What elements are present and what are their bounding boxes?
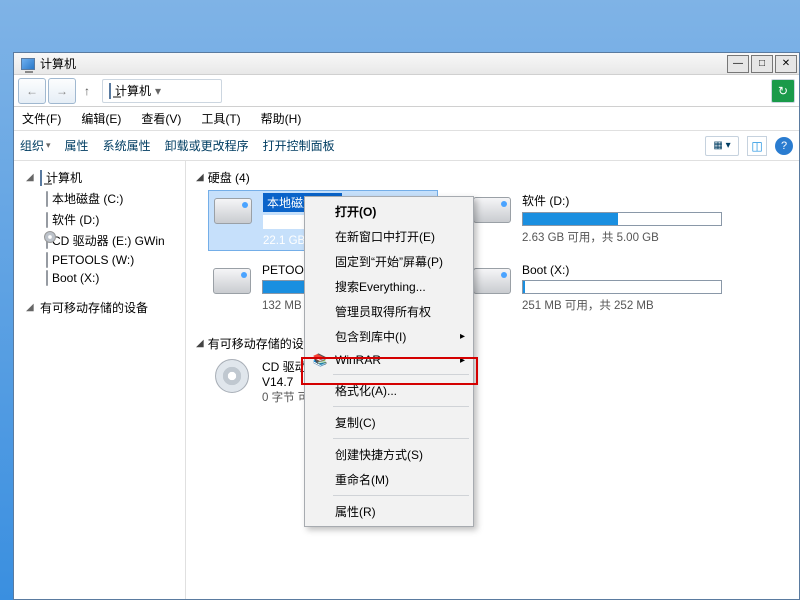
close-button[interactable]: ✕ xyxy=(775,55,797,73)
drive-x[interactable]: Boot (X:) 251 MB 可用，共 252 MB xyxy=(468,261,728,315)
expand-arrow-icon[interactable]: ◢ xyxy=(26,172,36,183)
disk-icon xyxy=(46,192,48,206)
usage-bar xyxy=(522,212,722,226)
collapse-arrow-icon[interactable]: ◢ xyxy=(196,338,204,349)
breadcrumb[interactable]: 计算机 ▾ xyxy=(102,79,222,103)
breadcrumb-dropdown-icon[interactable]: ▾ xyxy=(155,84,161,98)
separator xyxy=(333,495,469,496)
expand-arrow-icon[interactable]: ◢ xyxy=(26,302,36,313)
disk-icon xyxy=(46,213,48,227)
tree-computer[interactable]: ◢ 计算机 xyxy=(16,167,183,188)
nav-pane: ◢ 计算机 本地磁盘 (C:) 软件 (D:) CD 驱动器 (E:) GWin… xyxy=(14,161,186,599)
context-menu: 打开(O) 在新窗口中打开(E) 固定到“开始”屏幕(P) 搜索Everythi… xyxy=(304,196,474,527)
computer-icon xyxy=(40,171,42,185)
separator xyxy=(333,438,469,439)
hdd-icon xyxy=(470,263,514,299)
tree-label: 本地磁盘 (C:) xyxy=(52,190,123,207)
drive-grid: 本地磁盘 (C:) 22.1 GB 可 软件 (D:) 2.63 GB 可用，共… xyxy=(208,190,789,315)
uninstall-button[interactable]: 卸载或更改程序 xyxy=(165,137,249,154)
menu-bar: 文件(F) 编辑(E) 查看(V) 工具(T) 帮助(H) xyxy=(14,107,799,131)
usage-bar xyxy=(522,280,722,294)
ctx-include-library[interactable]: 包含到库中(I)▸ xyxy=(307,324,471,349)
menu-tools[interactable]: 工具(T) xyxy=(197,108,244,129)
back-button[interactable]: ← xyxy=(18,78,46,104)
drive-label: 软件 (D:) xyxy=(522,192,569,209)
minimize-button[interactable]: — xyxy=(727,55,749,73)
tree-drive-d[interactable]: 软件 (D:) xyxy=(16,209,183,230)
maximize-button[interactable]: □ xyxy=(751,55,773,73)
tree-label: PETOOLS (W:) xyxy=(52,253,134,267)
explorer-window: 计算机 — □ ✕ ← → ↑ 计算机 ▾ ↻ 文件(F) 编辑(E) 查看(V… xyxy=(13,52,800,600)
tree-drive-e[interactable]: CD 驱动器 (E:) GWin xyxy=(16,230,183,251)
command-bar: 组织 ▾ 属性 系统属性 卸载或更改程序 打开控制面板 ▦ ▾ ◫ ? xyxy=(14,131,799,161)
tree-label: 软件 (D:) xyxy=(52,211,99,228)
toolbar-right: ▦ ▾ ◫ ? xyxy=(705,136,793,156)
organize-button[interactable]: 组织 ▾ xyxy=(20,137,51,154)
properties-button[interactable]: 属性 xyxy=(65,137,89,154)
menu-view[interactable]: 查看(V) xyxy=(137,108,185,129)
hdd-icon xyxy=(470,192,514,228)
group-title: 硬盘 (4) xyxy=(208,169,250,186)
computer-icon xyxy=(109,84,111,98)
system-properties-button[interactable]: 系统属性 xyxy=(103,137,151,154)
separator xyxy=(333,374,469,375)
menu-edit[interactable]: 编辑(E) xyxy=(77,108,125,129)
tree-drive-w[interactable]: PETOOLS (W:) xyxy=(16,251,183,269)
winrar-icon: 📚 xyxy=(311,353,329,367)
ctx-search-everything[interactable]: 搜索Everything... xyxy=(307,274,471,299)
drive-stat: 251 MB 可用，共 252 MB xyxy=(522,297,726,313)
ctx-open[interactable]: 打开(O) xyxy=(307,199,471,224)
tree-removable-label: 有可移动存储的设备 xyxy=(40,299,148,316)
drive-stat: 2.63 GB 可用，共 5.00 GB xyxy=(522,229,726,245)
forward-button[interactable]: → xyxy=(48,78,76,104)
hdd-icon xyxy=(210,263,254,299)
collapse-arrow-icon[interactable]: ◢ xyxy=(196,172,204,183)
ctx-pin-start[interactable]: 固定到“开始”屏幕(P) xyxy=(307,249,471,274)
window-buttons: — □ ✕ xyxy=(725,55,797,73)
tree-label: CD 驱动器 (E:) GWin xyxy=(52,232,165,249)
cd-icon xyxy=(46,234,48,248)
submenu-arrow-icon: ▸ xyxy=(460,331,465,342)
disk-icon xyxy=(46,253,48,267)
submenu-arrow-icon: ▸ xyxy=(460,355,465,366)
computer-icon xyxy=(20,56,36,72)
separator xyxy=(333,406,469,407)
nav-bar: ← → ↑ 计算机 ▾ ↻ xyxy=(14,75,799,107)
tree-label: Boot (X:) xyxy=(52,271,99,285)
drive-label: Boot (X:) xyxy=(522,263,569,277)
ctx-copy[interactable]: 复制(C) xyxy=(307,410,471,435)
ctx-properties[interactable]: 属性(R) xyxy=(307,499,471,524)
titlebar[interactable]: 计算机 — □ ✕ xyxy=(14,53,799,75)
ctx-admin-ownership[interactable]: 管理员取得所有权 xyxy=(307,299,471,324)
disk-icon xyxy=(46,271,48,285)
drive-d[interactable]: 软件 (D:) 2.63 GB 可用，共 5.00 GB xyxy=(468,190,728,251)
cd-icon xyxy=(210,358,254,394)
refresh-button[interactable]: ↻ xyxy=(771,79,795,103)
view-options-button[interactable]: ▦ ▾ xyxy=(705,136,739,156)
group-header-hdd[interactable]: ◢ 硬盘 (4) xyxy=(196,165,789,190)
organize-label: 组织 xyxy=(20,137,44,154)
ctx-open-new-window[interactable]: 在新窗口中打开(E) xyxy=(307,224,471,249)
tree-drive-c[interactable]: 本地磁盘 (C:) xyxy=(16,188,183,209)
tree-drive-x[interactable]: Boot (X:) xyxy=(16,269,183,287)
window-title: 计算机 xyxy=(40,55,725,72)
group-header-removable[interactable]: ◢ 有可移动存储的设备 xyxy=(196,331,789,356)
explorer-body: ◢ 计算机 本地磁盘 (C:) 软件 (D:) CD 驱动器 (E:) GWin… xyxy=(14,161,799,599)
content-pane: ◢ 硬盘 (4) 本地磁盘 (C:) 22.1 GB 可 软件 (D:) xyxy=(186,161,799,599)
help-button[interactable]: ? xyxy=(775,137,793,155)
menu-file[interactable]: 文件(F) xyxy=(18,108,65,129)
removable-grid: CD 驱动器 V14.7 0 字节 可 xyxy=(208,356,789,407)
control-panel-button[interactable]: 打开控制面板 xyxy=(263,137,335,154)
ctx-create-shortcut[interactable]: 创建快捷方式(S) xyxy=(307,442,471,467)
ctx-format[interactable]: 格式化(A)... xyxy=(307,378,471,403)
tree-removable-group[interactable]: ◢ 有可移动存储的设备 xyxy=(16,297,183,318)
preview-pane-button[interactable]: ◫ xyxy=(747,136,767,156)
up-arrow-icon[interactable]: ↑ xyxy=(84,84,90,98)
ctx-rename[interactable]: 重命名(M) xyxy=(307,467,471,492)
ctx-winrar[interactable]: 📚WinRAR▸ xyxy=(307,349,471,371)
hdd-icon xyxy=(211,193,255,229)
organize-arrow-icon: ▾ xyxy=(46,140,51,151)
group-title: 有可移动存储的设备 xyxy=(208,335,316,352)
menu-help[interactable]: 帮助(H) xyxy=(257,108,306,129)
